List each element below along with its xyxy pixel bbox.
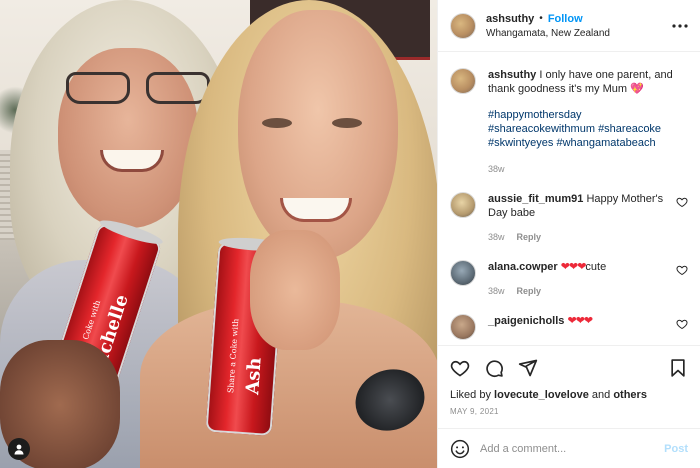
separator-dot: • [539, 13, 543, 24]
comment-text: cute [585, 261, 607, 273]
hashtag-link[interactable]: #whangamatabeach [556, 137, 655, 149]
caption-avatar[interactable] [450, 68, 476, 94]
comment-avatar[interactable] [450, 192, 476, 218]
emoji-smiley-icon[interactable] [450, 439, 470, 459]
comment-avatar[interactable] [450, 260, 476, 286]
can-ash-tagline: Share a Coke with [226, 318, 241, 394]
caption: ashsuthy I only have one parent, and tha… [450, 68, 688, 176]
add-comment-input[interactable] [480, 442, 665, 455]
post-header: ashsuthy • Follow Whangamata, New Zealan… [438, 0, 700, 52]
likes-summary: Liked by lovecute_lovelove and others [438, 389, 700, 401]
person-icon [14, 444, 24, 455]
mother-glasses [66, 72, 216, 108]
likes-joiner: and [591, 389, 611, 401]
comment-username[interactable]: _paigenicholls [488, 315, 564, 327]
like-comment-heart-icon[interactable] [676, 196, 688, 208]
post-comment-button[interactable]: Post [664, 443, 688, 455]
likes-prefix: Liked by [450, 389, 491, 401]
author-username[interactable]: ashsuthy [486, 13, 534, 25]
like-heart-icon[interactable] [450, 358, 470, 378]
instagram-post: Share a Coke with Michelle Share a Coke … [0, 0, 700, 468]
comment-timestamp: 38w [488, 286, 505, 296]
hashtag-link[interactable]: #happymothersday [488, 109, 582, 121]
hashtag-link[interactable]: #skwintyeyes [488, 137, 553, 149]
like-comment-heart-icon[interactable] [676, 264, 688, 276]
post-side-panel: ashsuthy • Follow Whangamata, New Zealan… [437, 0, 700, 468]
more-dots-icon [672, 23, 688, 28]
caption-timestamp: 38w [488, 164, 505, 174]
post-actions-bar [438, 345, 700, 389]
author-avatar[interactable] [450, 12, 476, 39]
comment-timestamp: 38w [488, 232, 505, 242]
comment-item: alana.cowper ❤❤❤cute 38w Reply [450, 260, 688, 298]
share-paper-plane-icon[interactable] [518, 358, 538, 378]
comment-username[interactable]: alana.cowper [488, 261, 558, 273]
comment-avatar[interactable] [450, 314, 476, 340]
add-comment-bar: Post [438, 428, 700, 468]
author-meta: ashsuthy • Follow Whangamata, New Zealan… [486, 13, 670, 39]
comment-item: aussie_fit_mum91 Happy Mother's Day babe… [450, 192, 688, 244]
comment-username[interactable]: aussie_fit_mum91 [488, 193, 583, 205]
likes-user-link[interactable]: lovecute_lovelove [494, 389, 589, 401]
like-comment-heart-icon[interactable] [676, 318, 688, 330]
user-tag-button[interactable] [8, 438, 30, 460]
daughter-face [238, 10, 398, 260]
post-location[interactable]: Whangamata, New Zealand [486, 28, 670, 39]
likes-others-link[interactable]: others [613, 389, 647, 401]
comments-list[interactable]: ashsuthy I only have one parent, and tha… [438, 52, 700, 345]
can-ash-name: Ash [242, 356, 266, 396]
hashtag-link[interactable]: #shareacokewithmum [488, 123, 595, 135]
more-options-button[interactable] [670, 16, 690, 36]
caption-hashtags: #happymothersday #shareacokewithmum #sha… [488, 108, 688, 150]
follow-button[interactable]: Follow [548, 13, 583, 25]
caption-username[interactable]: ashsuthy [488, 69, 536, 81]
reply-button[interactable]: Reply [517, 284, 542, 298]
comment-bubble-icon[interactable] [484, 358, 504, 378]
comment-item: _paigenicholls ❤❤❤ [450, 314, 688, 340]
hashtag-link[interactable]: #shareacoke [598, 123, 661, 135]
post-date: MAY 9, 2021 [450, 407, 499, 416]
reply-button[interactable]: Reply [517, 230, 542, 244]
save-bookmark-icon[interactable] [668, 358, 688, 378]
post-photo[interactable]: Share a Coke with Michelle Share a Coke … [0, 0, 437, 468]
red-hearts-emoji: ❤❤❤ [567, 315, 593, 327]
red-hearts-emoji: ❤❤❤ [560, 261, 587, 273]
pink-heart-emoji: 💖 [630, 83, 644, 95]
daughter-hand [250, 230, 340, 350]
